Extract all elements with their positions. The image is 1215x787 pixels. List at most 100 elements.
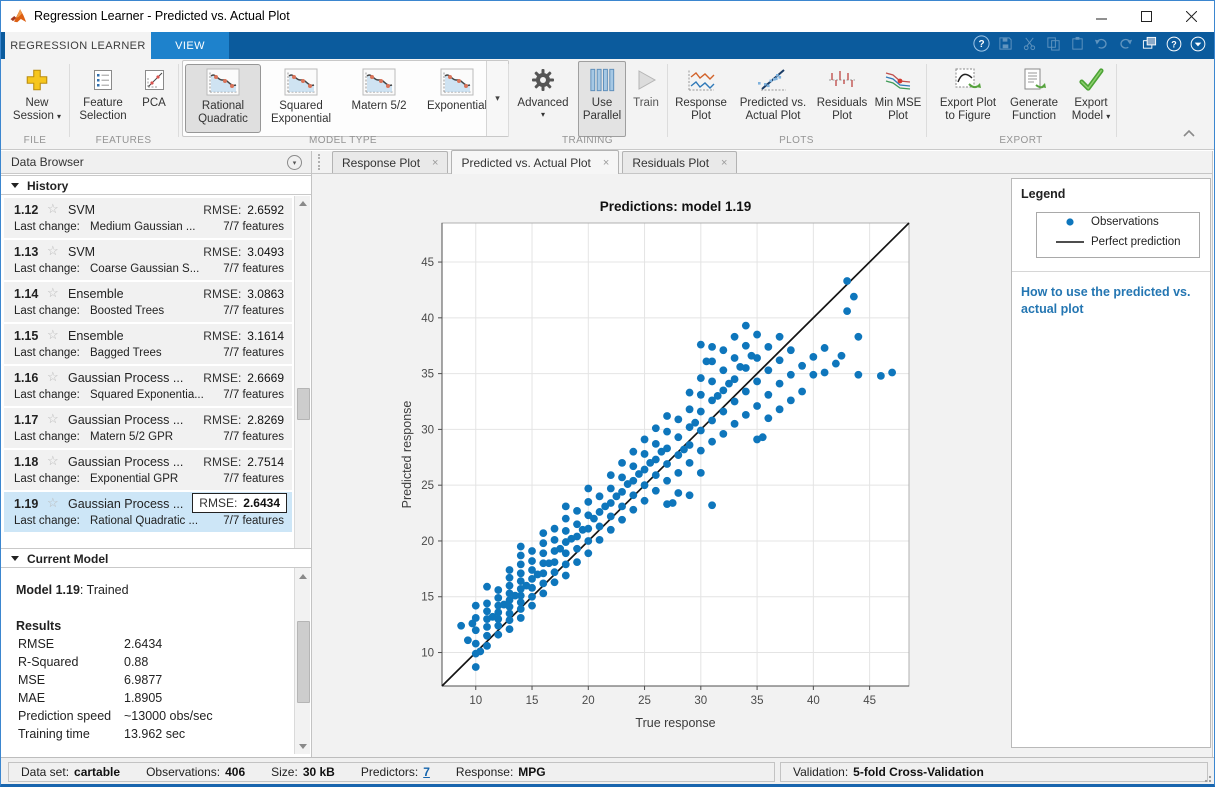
tab-close-icon[interactable]: × [432,157,438,169]
svg-text:15: 15 [421,592,434,604]
history-item-1.15[interactable]: 1.15☆EnsembleRMSE:3.1614Last change:Bagg… [4,324,292,364]
panel-drag-grip[interactable] [318,154,323,170]
undo-icon[interactable] [1093,35,1110,52]
history-item-1.16[interactable]: 1.16☆Gaussian Process ...RMSE:2.6669Last… [4,366,292,406]
export-model-button[interactable]: Export Model ▾ [1064,61,1118,137]
train-button[interactable]: Train [625,61,667,137]
history-item-1.13[interactable]: 1.13☆SVMRMSE:3.0493Last change:Coarse Ga… [4,240,292,280]
resize-grip[interactable] [1204,775,1212,783]
scrollbar-thumb[interactable] [297,388,310,420]
favorite-star-icon[interactable]: ☆ [47,285,59,301]
response-plot-button[interactable]: Response Plot [671,61,731,137]
history-item-1.18[interactable]: 1.18☆Gaussian Process ...RMSE:2.7514Last… [4,450,292,490]
residuals-plot-button[interactable]: Residuals Plot [813,61,871,137]
tab-close-icon[interactable]: × [603,157,609,169]
help-ribbon-icon[interactable]: ? [973,35,990,52]
model-type-exponential[interactable]: Exponential [419,64,495,133]
favorite-star-icon[interactable]: ☆ [47,453,59,469]
redo-icon[interactable] [1117,35,1134,52]
predictors-link[interactable]: 7 [423,765,430,779]
pca-button[interactable]: PCA [133,61,175,137]
close-button[interactable] [1169,1,1214,32]
tab-label: Response Plot [342,156,420,170]
scroll-down-icon[interactable] [299,744,307,749]
favorite-star-icon[interactable]: ☆ [47,201,59,217]
model-type-label: Gaussian Process ... [68,497,183,511]
last-change-value: Bagged Trees [90,347,162,359]
current-model-scrollbar[interactable] [294,569,310,754]
tab-view[interactable]: VIEW [151,32,229,59]
favorite-star-icon[interactable]: ☆ [47,369,59,385]
generate-function-button[interactable]: Generate Function [1004,61,1064,137]
model-type-matern-5-2[interactable]: Matern 5/2 [341,64,417,133]
history-item-1.14[interactable]: 1.14☆EnsembleRMSE:3.0863Last change:Boos… [4,282,292,322]
doc-tab-residuals-plot[interactable]: Residuals Plot× [622,151,737,173]
model-type-rational-quadratic[interactable]: Rational Quadratic [185,64,261,133]
cut-icon[interactable] [1021,35,1038,52]
last-change-label: Last change: [14,263,80,275]
help-icon[interactable]: ? [1165,35,1182,52]
panel-menu-icon[interactable]: ▾ [287,155,302,170]
favorite-star-icon[interactable]: ☆ [47,243,59,259]
svg-text:30: 30 [421,424,434,436]
copy-icon[interactable] [1045,35,1062,52]
toolbar-options-icon[interactable] [1189,35,1206,52]
status-bar: Data set:cartableObservations:406Size:30… [1,757,1214,785]
current-model-section-header[interactable]: Current Model [1,548,311,568]
min-mse-plot-button[interactable]: Min MSE Plot [870,61,926,137]
legend-entry-label: Perfect prediction [1091,236,1181,248]
gpr-model-thumbnail-icon [440,68,474,99]
status-segment: Predictors:7 [361,765,430,779]
model-type-label: SVM [68,245,95,259]
layout-icon[interactable] [1141,35,1158,52]
last-change-value: Medium Gaussian ... [90,221,195,233]
history-item-1.12[interactable]: 1.12☆SVMRMSE:2.6592Last change:Medium Ga… [4,198,292,238]
doc-tab-predicted-vs-actual-plot[interactable]: Predicted vs. Actual Plot× [451,150,619,174]
minimize-button[interactable] [1079,1,1124,32]
gallery-expand-icon[interactable]: ▾ [486,61,508,136]
ribbon-tab-strip: REGRESSION LEARNER VIEW ?? [1,32,1214,59]
help-link[interactable]: How to use the predicted vs. actual plot [1021,284,1193,318]
regression-learner-window: Regression Learner - Predicted vs. Actua… [0,0,1215,787]
paste-icon[interactable] [1069,35,1086,52]
tab-close-icon[interactable]: × [721,157,727,169]
gallery-item-label: Exponential [420,100,494,113]
new-session-icon [24,64,50,96]
model-index: 1.13 [14,245,38,259]
rmse-value: RMSE:3.0493 [203,245,284,259]
use-parallel-button[interactable]: Use Parallel [578,61,626,137]
model-type-squared-exponential[interactable]: Squared Exponential [263,64,339,133]
scrollbar-thumb[interactable] [297,621,310,703]
history-item-1.17[interactable]: 1.17☆Gaussian Process ...RMSE:2.8269Last… [4,408,292,448]
last-change-value: Squared Exponentia... [90,389,204,401]
rmse-value: RMSE:2.7514 [203,455,284,469]
results-table: RMSE2.6434R-Squared0.88MSE6.9877MAE1.890… [16,637,276,745]
maximize-button[interactable] [1124,1,1169,32]
favorite-star-icon[interactable]: ☆ [47,327,59,343]
new-session-button[interactable]: New Session ▾ [7,61,67,137]
generate-function-icon [1020,64,1048,96]
prediction-scatter-plot[interactable]: 10152025303540451015202530354045Predicti… [312,174,1011,757]
history-section-header[interactable]: History [1,175,311,195]
legend-panel: Legend ObservationsPerfect prediction Ho… [1011,178,1211,748]
train-play-icon [634,64,658,96]
doc-tab-response-plot[interactable]: Response Plot × [332,151,448,173]
export-plot-to-figure-button[interactable]: Export Plot to Figure [932,61,1004,137]
features-count: 7/7 features [223,263,284,275]
current-model-panel: Model 1.19: Trained Results RMSE2.6434R-… [2,569,294,754]
favorite-star-icon[interactable]: ☆ [47,495,59,511]
feature-selection-button[interactable]: Feature Selection [73,61,133,137]
observation-marker-icon [1051,217,1089,227]
history-item-1.19[interactable]: 1.19☆Gaussian Process ...RMSE:2.6434Last… [4,492,292,532]
save-icon[interactable] [997,35,1014,52]
ribbon-collapse-icon[interactable] [1182,127,1196,141]
scroll-up-icon[interactable] [299,201,307,206]
predicted-vs-actual-plot-button[interactable]: Predicted vs. Actual Plot [732,61,814,137]
last-change-label: Last change: [14,431,80,443]
legend-box: ObservationsPerfect prediction [1036,212,1200,258]
scroll-up-icon[interactable] [299,574,307,579]
matlab-logo-icon [10,8,27,25]
favorite-star-icon[interactable]: ☆ [47,411,59,427]
tab-regression-learner[interactable]: REGRESSION LEARNER [5,32,151,59]
advanced-button[interactable]: Advanced ▾ [513,61,573,137]
